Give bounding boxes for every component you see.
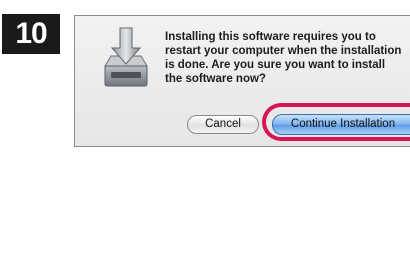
cancel-button[interactable]: Cancel: [187, 115, 259, 134]
disk-install-icon: [104, 27, 148, 87]
callout-highlight-ring: [262, 103, 410, 141]
step-number-badge: 10: [2, 14, 60, 54]
dialog-message: Installing this software requires you to…: [165, 31, 402, 85]
